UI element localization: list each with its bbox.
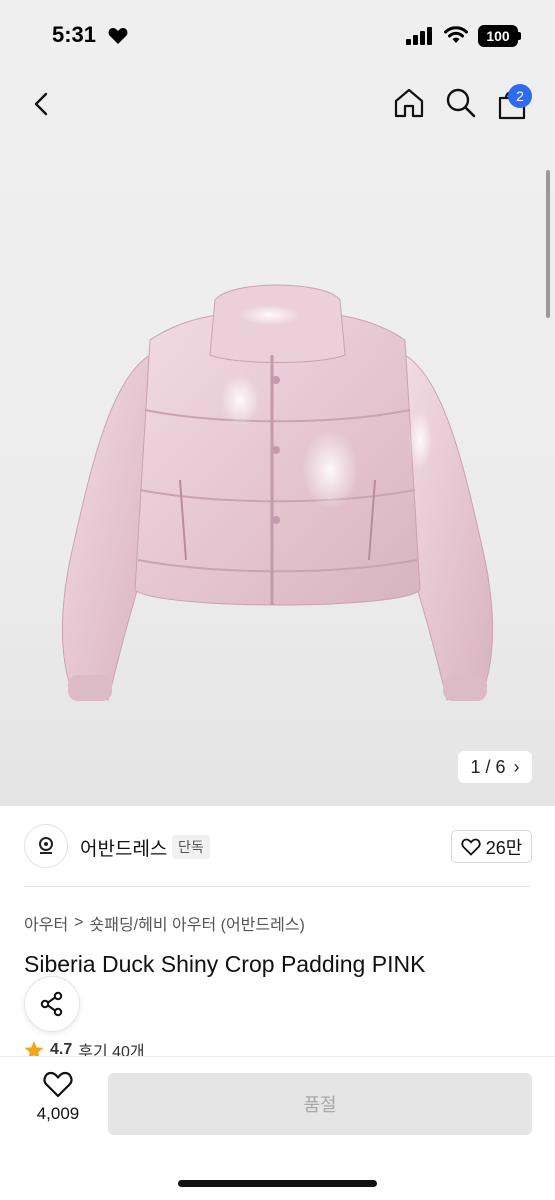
search-icon[interactable] xyxy=(444,86,478,120)
breadcrumb-separator: > xyxy=(74,914,84,931)
brand-like-button[interactable]: 26만 xyxy=(451,830,532,863)
product-image-gallery[interactable] xyxy=(0,140,555,806)
sold-out-button[interactable]: 품절 xyxy=(108,1073,532,1135)
wishlist-count: 4,009 xyxy=(36,1104,80,1123)
wishlist-button[interactable]: 4,009 xyxy=(28,1071,88,1137)
product-title: Siberia Duck Shiny Crop Padding PINK xyxy=(24,951,426,977)
battery-indicator: 100 xyxy=(478,25,518,47)
share-button[interactable] xyxy=(24,976,80,1032)
wifi-icon xyxy=(444,26,468,43)
share-icon xyxy=(40,991,63,1017)
brand-like-count: 26만 xyxy=(485,837,523,858)
brand-logo[interactable] xyxy=(24,824,68,868)
back-arrow-icon[interactable] xyxy=(26,88,58,120)
breadcrumb: 아우터 > 숏패딩/헤비 아우터 (어반드레스) xyxy=(24,911,305,935)
nav-bar: 2 xyxy=(0,70,555,140)
brand-name[interactable]: 어반드레스 xyxy=(80,834,167,861)
image-counter-button[interactable]: 1 / 6 › xyxy=(458,751,532,783)
exclusive-badge: 단독 xyxy=(172,835,210,859)
heart-outline-icon xyxy=(461,838,481,856)
home-indicator xyxy=(178,1180,377,1187)
cellular-signal-icon xyxy=(406,27,432,45)
product-photo-pink-puffer-jacket xyxy=(61,284,494,701)
battery-tip xyxy=(518,32,521,40)
brand-emblem-icon xyxy=(39,837,53,854)
home-icon[interactable] xyxy=(392,86,426,120)
bottom-action-bar: 4,009 품절 xyxy=(0,1056,555,1200)
status-bar: 5:31 100 xyxy=(0,0,555,70)
heart-outline-icon xyxy=(43,1071,73,1098)
brand-row: 어반드레스 단독 26만 xyxy=(0,806,555,886)
breadcrumb-category[interactable]: 아우터 xyxy=(24,911,68,935)
cart-count-badge: 2 xyxy=(508,84,532,108)
heart-status-icon xyxy=(108,28,128,44)
image-counter-text: 1 / 6 xyxy=(470,756,506,777)
chevron-right-icon: › xyxy=(513,756,520,777)
breadcrumb-subcategory[interactable]: 숏패딩/헤비 아우터 (어반드레스) xyxy=(90,911,305,935)
status-time: 5:31 xyxy=(52,22,97,47)
divider xyxy=(24,886,531,887)
